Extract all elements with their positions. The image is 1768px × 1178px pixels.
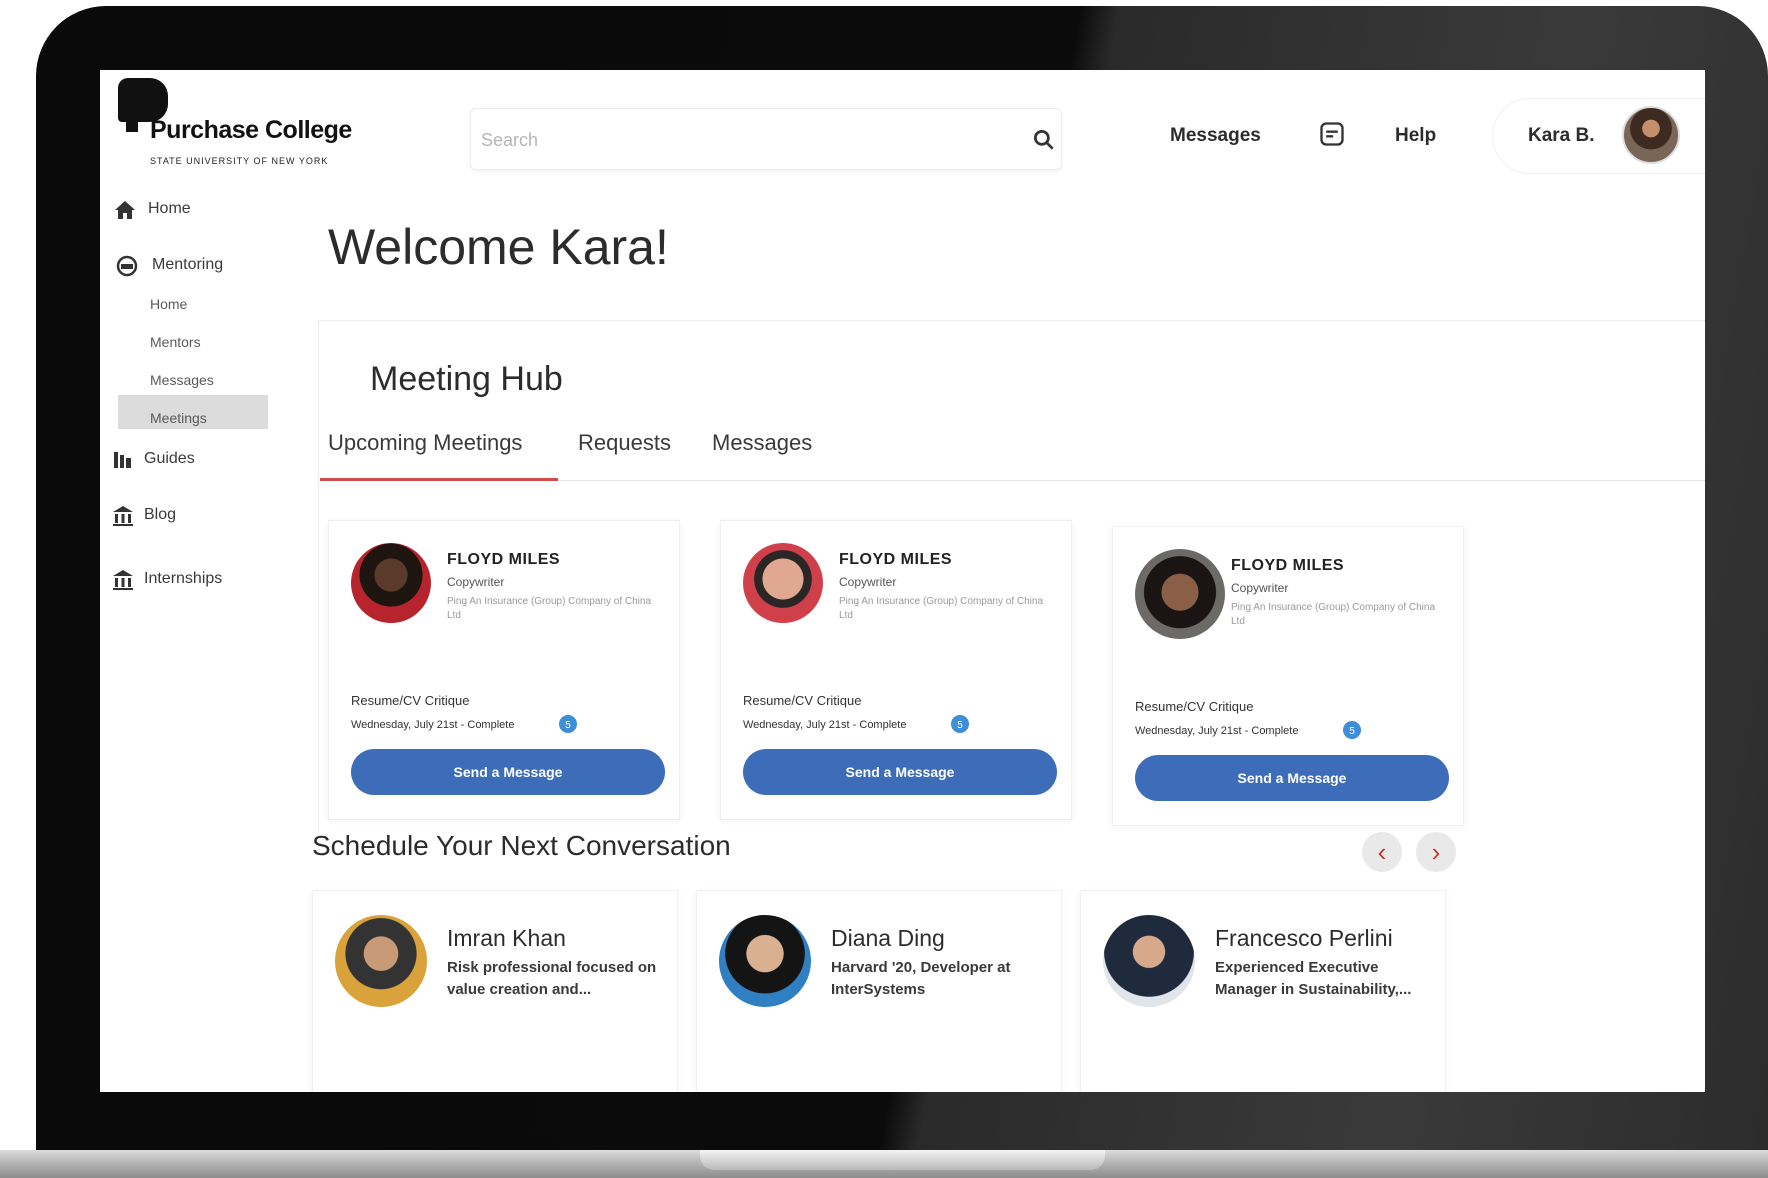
user-avatar[interactable] — [1622, 106, 1680, 164]
notification-badge: 5 — [949, 713, 971, 735]
meeting-topic: Resume/CV Critique — [1135, 699, 1254, 714]
meeting-date: Wednesday, July 21st - Complete — [743, 719, 907, 731]
tab-active-indicator — [320, 478, 558, 481]
notification-badge: 5 — [1341, 719, 1363, 741]
meeting-date: Wednesday, July 21st - Complete — [351, 719, 515, 731]
sidebar-sub-home[interactable]: Home — [150, 296, 187, 312]
mentor-avatar[interactable] — [1135, 549, 1225, 639]
sidebar-sub-meetings[interactable]: Meetings — [150, 410, 207, 426]
app-screen: Purchase College STATE UNIVERSITY OF NEW… — [100, 70, 1705, 1092]
send-message-button[interactable]: Send a Message — [1135, 755, 1449, 801]
sidebar-item-guides[interactable]: Guides — [144, 450, 195, 468]
mentor-card-name[interactable]: Imran Khan — [447, 925, 566, 952]
meeting-card: FLOYD MILES Copywriter Ping An Insurance… — [328, 520, 680, 820]
mentor-card-description: Experienced Executive Manager in Sustain… — [1215, 959, 1412, 998]
meeting-topic: Resume/CV Critique — [351, 693, 470, 708]
laptop-notch — [700, 1150, 1105, 1170]
mentor-card-name[interactable]: Francesco Perlini — [1215, 925, 1393, 952]
mentor-name[interactable]: FLOYD MILES — [839, 551, 952, 569]
blog-icon — [113, 506, 133, 526]
mentor-avatar[interactable] — [351, 543, 431, 623]
messages-link[interactable]: Messages — [1170, 125, 1261, 147]
mentor-name[interactable]: FLOYD MILES — [1231, 557, 1344, 575]
mentor-card[interactable]: Imran Khan Risk professional focused on … — [312, 890, 678, 1092]
mentor-name[interactable]: FLOYD MILES — [447, 551, 560, 569]
mentor-card[interactable]: Francesco Perlini Experienced Executive … — [1080, 890, 1446, 1092]
mentor-role: Copywriter — [447, 575, 505, 589]
mentor-company: Ping An Insurance (Group) Company of Chi… — [839, 596, 1043, 621]
messages-icon[interactable] — [1318, 120, 1346, 148]
tab-upcoming-meetings[interactable]: Upcoming Meetings — [328, 430, 522, 456]
meeting-hub-title: Meeting Hub — [370, 360, 563, 398]
mentor-card[interactable]: Diana Ding Harvard '20, Developer at Int… — [696, 890, 1062, 1092]
carousel-prev-button[interactable]: ‹ — [1362, 832, 1402, 872]
brand-subtitle: STATE UNIVERSITY OF NEW YORK — [150, 156, 329, 166]
carousel-next-button[interactable]: › — [1416, 832, 1456, 872]
sidebar-sub-messages[interactable]: Messages — [150, 372, 214, 388]
page-title: Welcome Kara! — [328, 219, 669, 275]
home-icon — [115, 201, 135, 219]
sidebar-item-internships[interactable]: Internships — [144, 570, 222, 588]
mentor-company: Ping An Insurance (Group) Company of Chi… — [447, 596, 651, 621]
mentoring-icon — [116, 255, 138, 277]
mentor-role: Copywriter — [1231, 581, 1289, 595]
mentor-photo — [335, 915, 427, 1007]
search-icon[interactable] — [1031, 127, 1057, 153]
sidebar-sub-mentors[interactable]: Mentors — [150, 334, 201, 350]
schedule-section-title: Schedule Your Next Conversation — [312, 830, 731, 861]
mentor-company: Ping An Insurance (Group) Company of Chi… — [1231, 602, 1435, 627]
laptop-frame: Purchase College STATE UNIVERSITY OF NEW… — [0, 0, 1768, 1178]
meeting-card: FLOYD MILES Copywriter Ping An Insurance… — [1112, 526, 1464, 826]
brand-name: Purchase College — [150, 116, 352, 144]
sidebar-item-mentoring[interactable]: Mentoring — [152, 256, 223, 274]
search-box — [470, 108, 1062, 170]
guides-icon — [114, 452, 131, 468]
mentor-card-description: Harvard '20, Developer at InterSystems — [831, 959, 1011, 998]
brand-logo[interactable]: Purchase College STATE UNIVERSITY OF NEW… — [118, 78, 378, 168]
search-input[interactable] — [481, 123, 981, 157]
mentor-photo — [1103, 915, 1195, 1007]
tab-messages[interactable]: Messages — [712, 430, 812, 456]
mentor-avatar[interactable] — [743, 543, 823, 623]
mentor-card-description: Risk professional focused on value creat… — [447, 959, 657, 998]
send-message-button[interactable]: Send a Message — [743, 749, 1057, 795]
mentor-role: Copywriter — [839, 575, 897, 589]
user-name[interactable]: Kara B. — [1528, 125, 1595, 147]
sidebar-item-blog[interactable]: Blog — [144, 506, 176, 524]
meeting-topic: Resume/CV Critique — [743, 693, 862, 708]
sidebar-item-home[interactable]: Home — [148, 200, 191, 218]
meeting-card: FLOYD MILES Copywriter Ping An Insurance… — [720, 520, 1072, 820]
help-link[interactable]: Help — [1395, 125, 1436, 147]
notification-badge: 5 — [557, 713, 579, 735]
meeting-date: Wednesday, July 21st - Complete — [1135, 725, 1299, 737]
mentor-photo — [719, 915, 811, 1007]
mentor-card-name[interactable]: Diana Ding — [831, 925, 945, 952]
tab-requests[interactable]: Requests — [578, 430, 671, 456]
send-message-button[interactable]: Send a Message — [351, 749, 665, 795]
internships-icon — [113, 570, 133, 590]
